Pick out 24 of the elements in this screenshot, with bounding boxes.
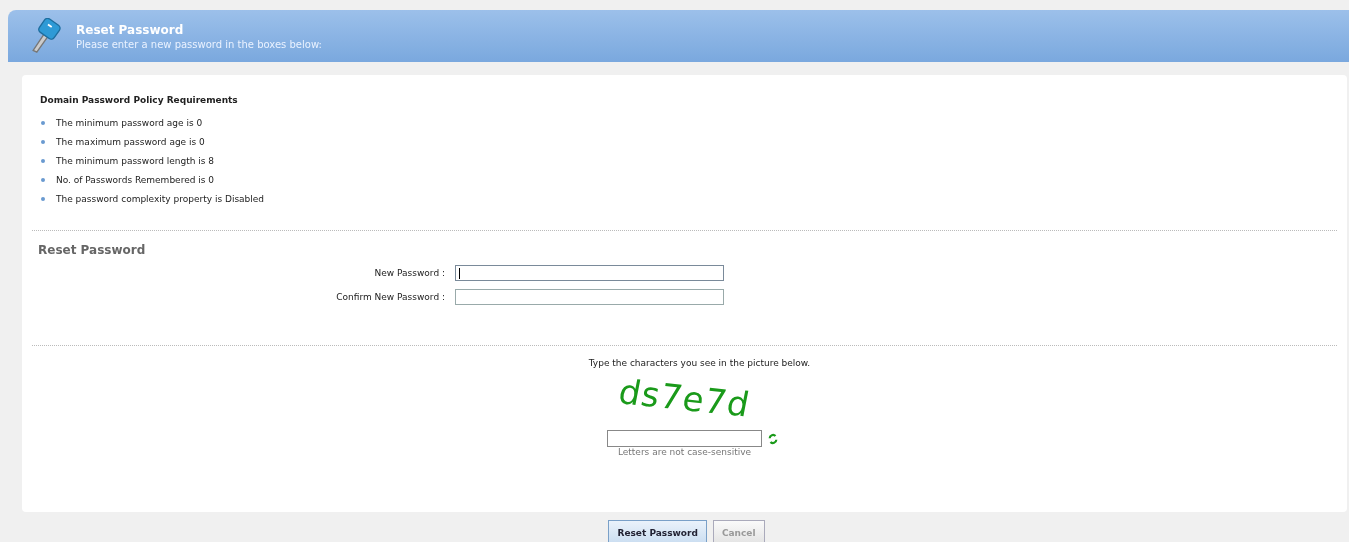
bullet-icon: [41, 139, 45, 144]
captcha-field[interactable]: [607, 430, 762, 447]
bullet-icon: [41, 158, 45, 163]
bullet-icon: [41, 196, 45, 201]
policy-item: The minimum password length is 8: [56, 155, 215, 166]
refresh-icon[interactable]: [768, 432, 778, 445]
reset-password-button[interactable]: Reset Password: [608, 520, 707, 542]
page-title: Reset Password: [76, 22, 185, 37]
field-label: New Password :: [373, 268, 446, 278]
captcha-text: ds7e7d: [615, 370, 754, 427]
captcha-hint: Letters are not case-sensitive: [617, 447, 752, 457]
field-label: Confirm New Password :: [335, 292, 446, 302]
policy-item: The password complexity property is Disabled: [56, 193, 265, 204]
password-field[interactable]: [455, 265, 724, 281]
captcha-instruction: Type the characters you see in the picture below.: [588, 358, 811, 368]
policy-item: The minimum password age is 0: [56, 117, 203, 128]
bullet-icon: [41, 120, 45, 125]
section-heading: Reset Password: [38, 243, 147, 257]
policy-heading: Domain Password Policy Requirements: [40, 95, 239, 105]
page-subtitle: Please enter a new password in the boxes below:: [76, 38, 322, 50]
policy-item: No. of Passwords Remembered is 0: [56, 174, 215, 185]
bullet-icon: [41, 177, 45, 182]
policy-item: The maximum password age is 0: [56, 136, 205, 147]
password-field[interactable]: [455, 289, 724, 305]
